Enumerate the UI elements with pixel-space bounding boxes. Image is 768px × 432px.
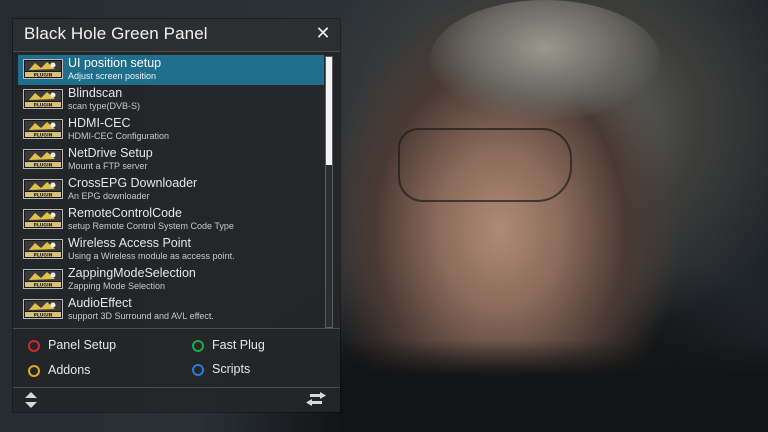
- plugin-name: CrossEPG Downloader: [68, 176, 198, 190]
- list-item[interactable]: PLUGIN Wireless Access Point Using a Wirel…: [18, 235, 324, 265]
- plugin-description: An EPG downloader: [68, 191, 150, 201]
- background-hair: [430, 0, 660, 120]
- plugin-description: Zapping Mode Selection: [68, 281, 166, 291]
- red-circle-icon: [28, 340, 40, 352]
- scrollbar-thumb[interactable]: [326, 57, 332, 165]
- plugin-badge-text: PLUGIN: [34, 252, 53, 258]
- plugin-name: NetDrive Setup: [68, 146, 153, 160]
- list-item[interactable]: PLUGIN ZappingModeSelection Zapping Mode S…: [18, 265, 324, 295]
- plugin-badge-text: PLUGIN: [34, 312, 53, 318]
- plugin-description: scan type(DVB-S): [68, 101, 141, 111]
- close-icon[interactable]: ✕: [314, 25, 332, 43]
- list-item[interactable]: PLUGIN RemoteControlCode setup Remote Cont…: [18, 205, 324, 235]
- plugin-icon: PLUGIN: [23, 89, 63, 109]
- green-button-label: Fast Plug: [212, 338, 265, 352]
- yellow-circle-icon: [28, 365, 40, 377]
- plugin-badge-text: PLUGIN: [34, 222, 53, 228]
- list-item[interactable]: PLUGIN UI position setup Adjust screen pos…: [18, 55, 324, 85]
- plugin-list[interactable]: PLUGIN UI position setup Adjust screen pos…: [18, 55, 330, 327]
- plugin-description: setup Remote Control System Code Type: [68, 221, 234, 231]
- plugin-name: HDMI-CEC: [68, 116, 131, 130]
- plugin-icon: PLUGIN: [23, 179, 63, 199]
- plugin-icon: PLUGIN: [23, 119, 63, 139]
- swap-arrows-icon[interactable]: [306, 392, 326, 406]
- plugin-name: UI position setup: [68, 56, 162, 70]
- plugin-badge-text: PLUGIN: [34, 102, 53, 108]
- plugin-icon: PLUGIN: [23, 59, 63, 79]
- blue-circle-icon: [192, 364, 204, 376]
- list-item[interactable]: PLUGIN NetDrive Setup Mount a FTP server: [18, 145, 324, 175]
- plugin-badge-text: PLUGIN: [34, 192, 53, 198]
- background-shirt: [340, 340, 768, 432]
- up-down-arrows-icon[interactable]: [24, 392, 38, 408]
- divider: [13, 328, 340, 329]
- plugin-description: Mount a FTP server: [68, 161, 148, 171]
- divider: [13, 387, 340, 388]
- plugin-icon: PLUGIN: [23, 239, 63, 259]
- plugin-name: Wireless Access Point: [68, 236, 191, 250]
- plugin-icon: PLUGIN: [23, 209, 63, 229]
- red-button-label: Panel Setup: [48, 338, 117, 352]
- plugin-icon: PLUGIN: [23, 299, 63, 319]
- blue-button-label: Scripts: [212, 362, 251, 376]
- plugin-icon: PLUGIN: [23, 149, 63, 169]
- plugin-description: HDMI-CEC Configuration: [68, 131, 170, 141]
- list-item[interactable]: PLUGIN AudioEffect support 3D Surround and…: [18, 295, 324, 325]
- green-circle-icon: [192, 340, 204, 352]
- plugin-icon: PLUGIN: [23, 269, 63, 289]
- green-panel-window: Black Hole Green Panel ✕ PLUGIN UI positi…: [13, 19, 340, 412]
- plugin-name: AudioEffect: [68, 296, 132, 310]
- plugin-badge-text: PLUGIN: [34, 72, 53, 78]
- yellow-button-label: Addons: [48, 363, 91, 377]
- background-glasses: [398, 128, 572, 202]
- plugin-name: RemoteControlCode: [68, 206, 182, 220]
- plugin-description: Using a Wireless module as access point.: [68, 251, 235, 261]
- plugin-description: support 3D Surround and AVL effect.: [68, 311, 214, 321]
- list-item[interactable]: PLUGIN Blindscan scan type(DVB-S): [18, 85, 324, 115]
- list-item[interactable]: PLUGIN HDMI-CEC HDMI-CEC Configuration: [18, 115, 324, 145]
- plugin-badge-text: PLUGIN: [34, 132, 53, 138]
- plugin-name: ZappingModeSelection: [68, 266, 196, 280]
- panel-title: Black Hole Green Panel: [24, 24, 208, 43]
- plugin-badge-text: PLUGIN: [34, 162, 53, 168]
- plugin-name: Blindscan: [68, 86, 123, 100]
- plugin-description: Adjust screen position: [68, 71, 157, 81]
- title-bar: Black Hole Green Panel ✕: [13, 19, 340, 52]
- scrollbar[interactable]: [325, 56, 333, 328]
- list-item[interactable]: PLUGIN CrossEPG Downloader An EPG download…: [18, 175, 324, 205]
- plugin-badge-text: PLUGIN: [34, 282, 53, 288]
